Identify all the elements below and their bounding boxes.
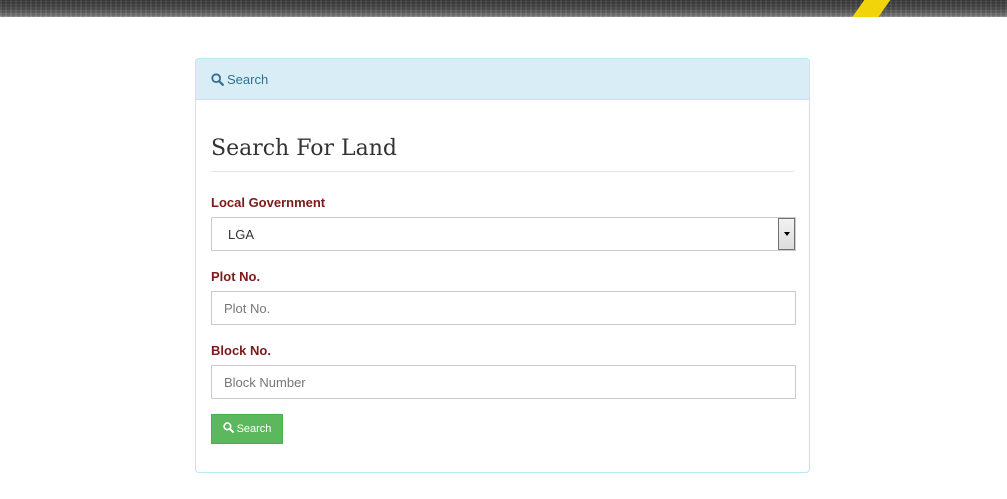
dropdown-arrow-icon[interactable] bbox=[778, 218, 795, 250]
plot-label: Plot No. bbox=[211, 269, 261, 284]
lga-selected-value: LGA bbox=[228, 227, 255, 242]
chevron-down-icon bbox=[783, 232, 790, 236]
plot-form-group: Plot No. bbox=[211, 269, 796, 325]
lga-select[interactable]: LGA bbox=[211, 217, 796, 251]
block-number-input[interactable] bbox=[211, 365, 796, 399]
panel-body: Search For Land bbox=[196, 100, 809, 172]
block-label: Block No. bbox=[211, 343, 271, 358]
block-form-group: Block No. bbox=[211, 343, 796, 399]
search-icon bbox=[222, 422, 234, 436]
search-panel: Search Search For Land Local Government … bbox=[195, 58, 810, 473]
lga-form-group: Local Government LGA bbox=[211, 195, 796, 251]
panel-heading-label: Search bbox=[227, 71, 269, 87]
search-button-label: Search bbox=[236, 423, 272, 435]
hero-banner-image bbox=[0, 0, 1007, 17]
search-button[interactable]: Search bbox=[211, 414, 283, 444]
search-icon bbox=[211, 72, 224, 86]
panel-heading: Search bbox=[196, 59, 809, 100]
page-title: Search For Land bbox=[211, 100, 794, 172]
lga-label: Local Government bbox=[211, 195, 326, 210]
plot-number-input[interactable] bbox=[211, 291, 796, 325]
